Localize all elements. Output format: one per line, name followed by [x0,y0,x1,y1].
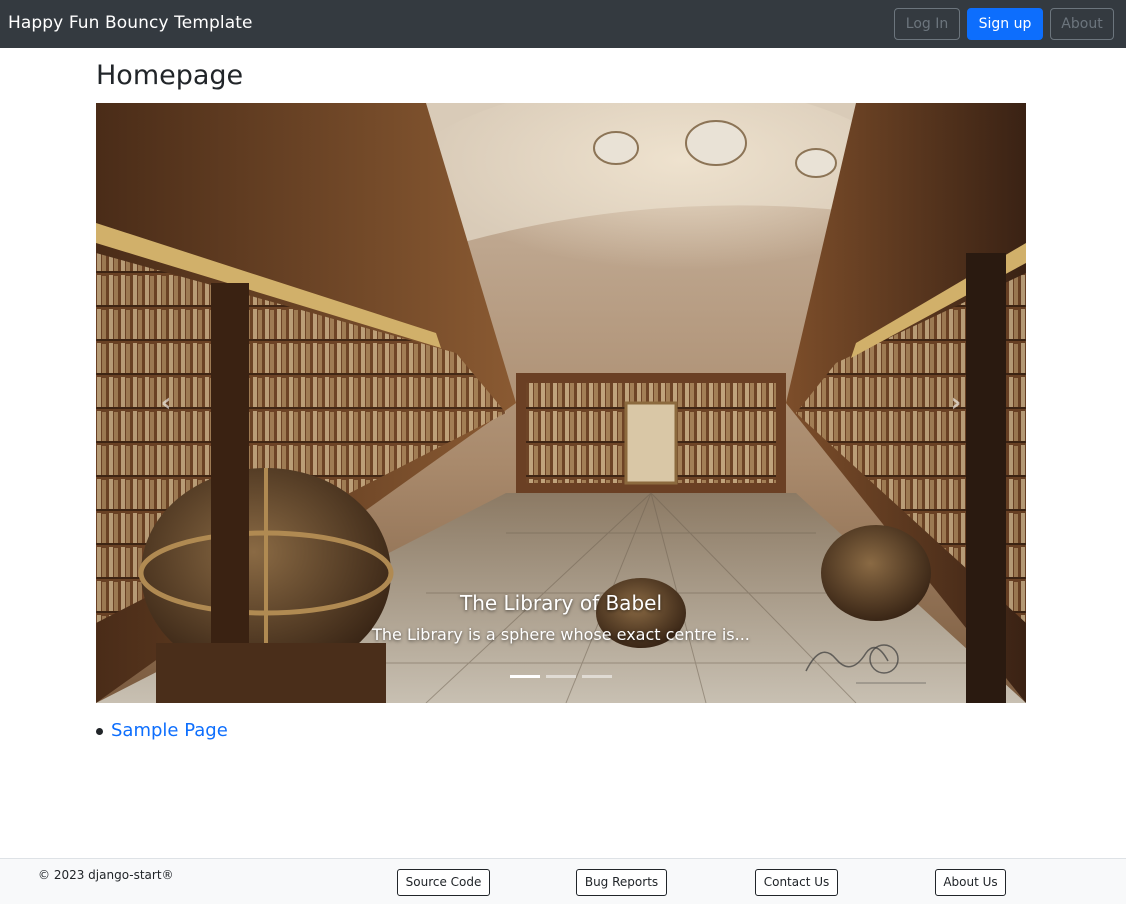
source-code-button[interactable]: Source Code [397,869,490,896]
about-button[interactable]: About [1050,8,1114,40]
top-navbar: Happy Fun Bouncy Template Log In Sign up… [0,0,1126,48]
copyright-text: © 2023 django-start® [38,868,174,882]
list-item: Sample Page [96,718,228,744]
chevron-right-icon: › [950,388,962,418]
carousel-caption-text: The Library is a sphere whose exact cent… [372,625,750,644]
carousel-indicator-2[interactable] [546,675,576,678]
sample-page-link[interactable]: Sample Page [111,720,228,741]
page-title: Homepage [96,60,244,91]
login-button[interactable]: Log In [894,8,960,40]
signup-button[interactable]: Sign up [967,8,1043,40]
footer: © 2023 django-start® Source Code Bug Rep… [0,858,1126,904]
carousel-indicator-3[interactable] [582,675,612,678]
about-us-button[interactable]: About Us [935,869,1006,896]
bug-reports-button[interactable]: Bug Reports [576,869,667,896]
carousel-caption-title: The Library of Babel [459,591,662,615]
page-links-list: Sample Page [96,718,228,744]
brand-title[interactable]: Happy Fun Bouncy Template [8,13,253,33]
contact-us-button[interactable]: Contact Us [755,869,838,896]
carousel-indicator-1[interactable] [510,675,540,678]
bullet-icon [96,727,103,735]
image-carousel: ‹ › The Library of Babel The Library is … [96,103,1026,703]
chevron-left-icon: ‹ [160,388,172,418]
